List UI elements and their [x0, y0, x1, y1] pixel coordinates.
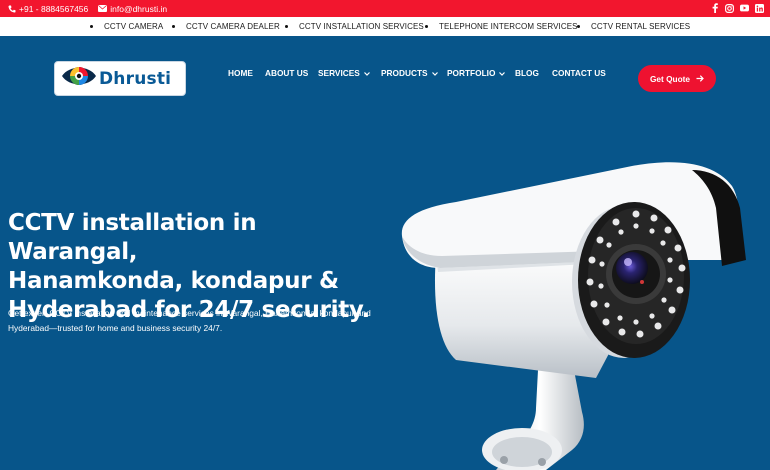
nav-item-home[interactable]: HOME: [228, 68, 253, 78]
strip-item-label: CCTV CAMERA DEALER: [186, 22, 280, 31]
contact-info: +91 - 8884567456 info@dhrusti.in: [8, 4, 167, 14]
phone-link[interactable]: +91 - 8884567456: [8, 4, 88, 14]
cctv-camera-image: [396, 150, 770, 470]
chevron-down-icon: [431, 68, 438, 78]
nav-item-label: SERVICES: [318, 68, 360, 78]
nav-item-services[interactable]: SERVICES: [318, 68, 370, 78]
nav-item-label: CONTACT US: [552, 68, 606, 78]
nav-item-label: PRODUCTS: [381, 68, 428, 78]
arrow-right-icon: [696, 74, 704, 84]
linkedin-icon[interactable]: [755, 3, 764, 13]
nav-item-products[interactable]: PRODUCTS: [381, 68, 438, 78]
top-contact-bar: +91 - 8884567456 info@dhrusti.in: [0, 0, 770, 17]
bullet-dot: [285, 25, 288, 28]
email-link[interactable]: info@dhrusti.in: [98, 4, 167, 14]
services-strip: CCTV CAMERA CCTV CAMERA DEALER CCTV INST…: [0, 17, 770, 36]
bullet-dot: [90, 25, 93, 28]
strip-item-cctv-installation[interactable]: CCTV INSTALLATION SERVICES: [285, 22, 424, 31]
hero-title-line: CCTV installation in Warangal,: [8, 210, 257, 265]
get-quote-button[interactable]: Get Quote: [638, 65, 716, 92]
strip-item-label: CCTV CAMERA: [104, 22, 164, 31]
youtube-icon[interactable]: [740, 3, 749, 13]
strip-item-telephone-intercom[interactable]: TELEPHONE INTERCOM SERVICES: [425, 22, 578, 31]
get-quote-label: Get Quote: [649, 73, 691, 84]
chevron-down-icon: [363, 68, 370, 78]
hero-subtitle-line: Get expert CCTV installation and mainten…: [8, 308, 371, 318]
hero-subtitle-line: Hyderabad—trusted for home and business …: [8, 322, 223, 333]
strip-item-label: TELEPHONE INTERCOM SERVICES: [439, 22, 578, 31]
phone-number: +91 - 8884567456: [19, 3, 89, 14]
facebook-icon[interactable]: [710, 3, 719, 13]
nav-item-portfolio[interactable]: PORTFOLIO: [447, 68, 506, 78]
email-address: info@dhrusti.in: [110, 3, 168, 14]
nav-item-label: BLOG: [515, 68, 539, 78]
bullet-dot: [425, 25, 428, 28]
nav-item-about-us[interactable]: ABOUT US: [265, 68, 308, 78]
hero-subtitle: Get expert CCTV installation and mainten…: [8, 306, 380, 335]
logo-wordmark: Dhrusti: [99, 68, 172, 89]
nav-item-label: HOME: [228, 68, 253, 78]
nav-item-blog[interactable]: BLOG: [515, 68, 539, 78]
strip-item-cctv-camera[interactable]: CCTV CAMERA: [90, 22, 163, 31]
nav-item-label: ABOUT US: [265, 68, 309, 78]
envelope-icon: [98, 5, 108, 12]
instagram-icon[interactable]: [725, 3, 734, 13]
strip-item-cctv-rental[interactable]: CCTV RENTAL SERVICES: [577, 22, 690, 31]
phone-icon: [8, 5, 16, 13]
site-logo[interactable]: Dhrusti: [54, 61, 186, 96]
nav-item-label: PORTFOLIO: [447, 68, 496, 78]
social-links: [710, 3, 764, 13]
eye-logo-icon: [61, 63, 97, 94]
bullet-dot: [172, 25, 175, 28]
bullet-dot: [577, 25, 580, 28]
strip-item-label: CCTV INSTALLATION SERVICES: [299, 22, 424, 31]
strip-item-cctv-camera-dealer[interactable]: CCTV CAMERA DEALER: [172, 22, 280, 31]
hero-title-line: Hanamkonda, kondapur &: [8, 268, 339, 294]
strip-item-label: CCTV RENTAL SERVICES: [591, 22, 691, 31]
nav-item-contact-us[interactable]: CONTACT US: [552, 68, 606, 78]
chevron-down-icon: [499, 68, 506, 78]
